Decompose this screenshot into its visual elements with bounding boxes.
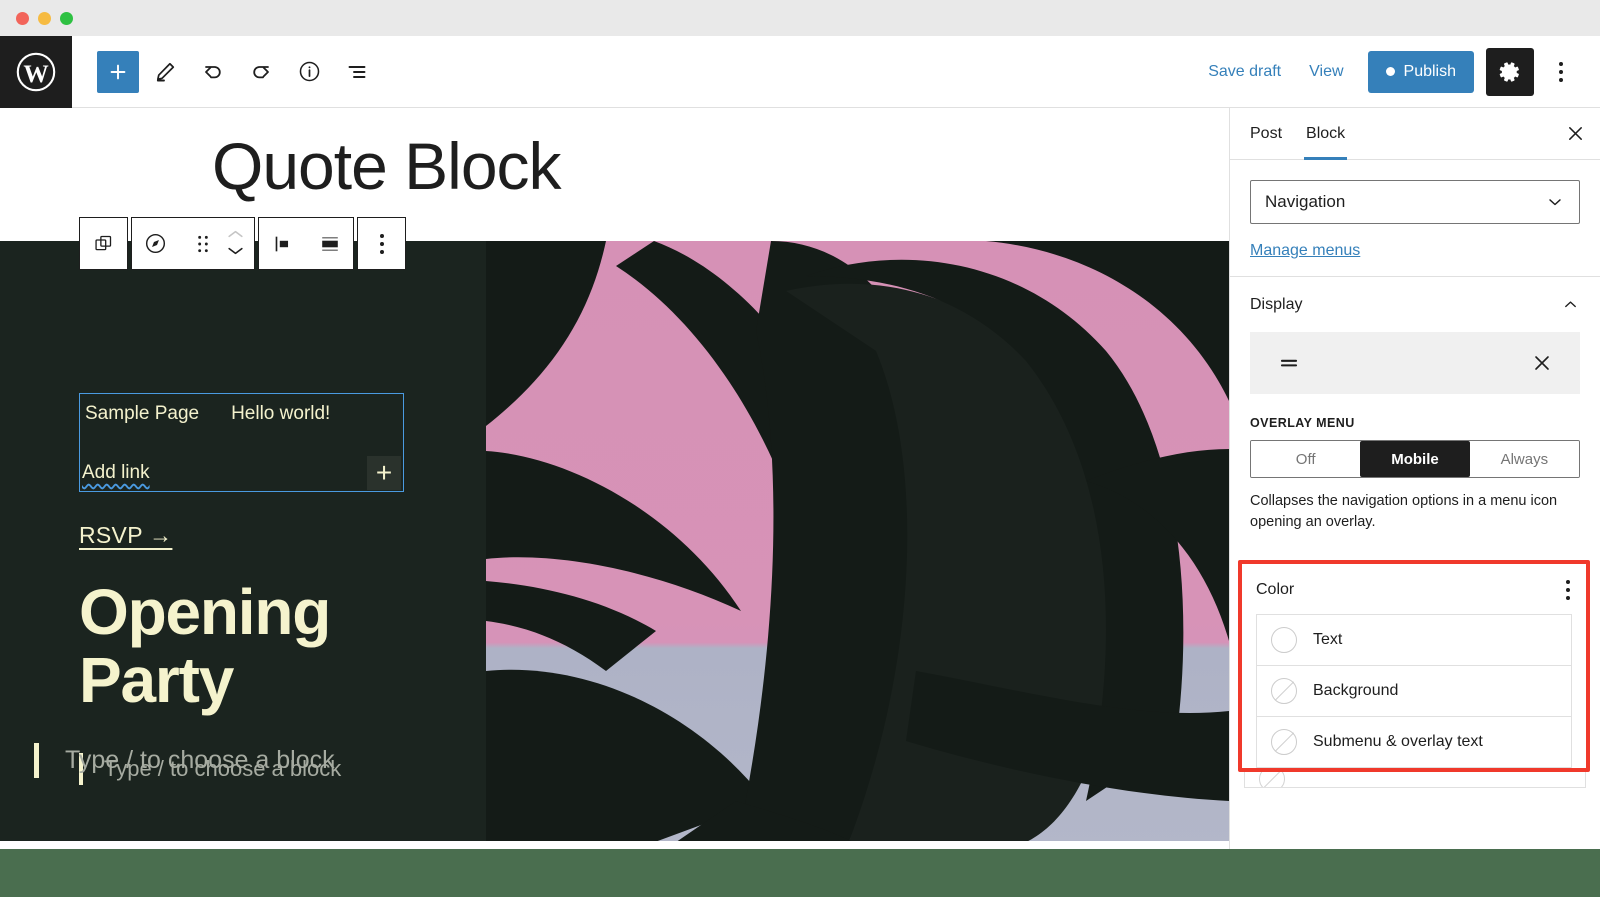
background-color-swatch[interactable] bbox=[1271, 677, 1297, 704]
move-down-button[interactable] bbox=[226, 245, 245, 260]
navigation-block[interactable]: Sample Page Hello world! Add link + bbox=[79, 393, 404, 492]
color-row-partial-next[interactable] bbox=[1244, 771, 1586, 788]
close-sidebar-button[interactable] bbox=[1554, 113, 1596, 155]
hamburger-icon[interactable] bbox=[1276, 350, 1302, 376]
undo-button[interactable] bbox=[191, 50, 235, 94]
toolbar-group-parent bbox=[79, 217, 128, 270]
color-options-kebab-button[interactable] bbox=[1566, 579, 1570, 600]
details-info-button[interactable] bbox=[287, 50, 331, 94]
color-panel-header[interactable]: Color bbox=[1242, 564, 1586, 614]
overlay-menu-segmented-control: Off Mobile Always bbox=[1250, 440, 1580, 478]
move-buttons bbox=[226, 228, 254, 260]
block-more-options-button[interactable] bbox=[358, 218, 405, 269]
header-tools bbox=[72, 50, 379, 94]
tab-post[interactable]: Post bbox=[1238, 108, 1294, 160]
publish-status-dot bbox=[1385, 67, 1395, 76]
plant-leaves-illustration bbox=[486, 241, 1229, 849]
manage-menus-link[interactable]: Manage menus bbox=[1250, 242, 1360, 260]
maximize-window-button[interactable] bbox=[60, 11, 73, 25]
add-link-input[interactable]: Add link bbox=[82, 462, 150, 484]
close-window-button[interactable] bbox=[16, 11, 29, 25]
tab-block[interactable]: Block bbox=[1294, 108, 1357, 160]
desktop-background-bar bbox=[0, 849, 1600, 897]
settings-sidebar: Post Block Navigation Manage menus Displ… bbox=[1229, 108, 1600, 849]
view-button[interactable]: View bbox=[1295, 53, 1357, 91]
overlay-option-off[interactable]: Off bbox=[1251, 441, 1361, 477]
overlay-option-always[interactable]: Always bbox=[1469, 441, 1579, 477]
canvas-bottom-gap bbox=[0, 841, 1229, 849]
close-icon[interactable] bbox=[1530, 351, 1554, 375]
save-draft-button[interactable]: Save draft bbox=[1194, 53, 1295, 91]
move-up-button[interactable] bbox=[226, 228, 245, 243]
color-panel-title: Color bbox=[1256, 580, 1295, 598]
drag-handle-button[interactable] bbox=[179, 218, 226, 269]
align-button[interactable] bbox=[306, 218, 353, 269]
block-selector-section: Navigation Manage menus bbox=[1230, 160, 1600, 277]
toolbar-group-block bbox=[131, 217, 255, 270]
window-title-bar bbox=[0, 0, 1600, 36]
editor-options-button[interactable] bbox=[1540, 50, 1582, 94]
text-color-swatch[interactable] bbox=[1271, 626, 1297, 653]
color-panel-highlight: Color Text Background Submenu & overlay … bbox=[1238, 559, 1590, 772]
color-row-label: Background bbox=[1313, 681, 1399, 699]
kebab-icon bbox=[1559, 61, 1563, 82]
text-caret-icon bbox=[34, 743, 39, 778]
svg-text:W: W bbox=[23, 59, 48, 87]
justify-items-button[interactable] bbox=[259, 218, 306, 269]
navigation-links: Sample Page Hello world! bbox=[80, 394, 403, 425]
color-row-label: Submenu & overlay text bbox=[1313, 732, 1483, 750]
sidebar-tabs: Post Block bbox=[1230, 108, 1600, 160]
header-actions: Save draft View Publish bbox=[1194, 47, 1600, 96]
chevron-down-icon bbox=[1549, 199, 1561, 206]
overlay-help-text: Collapses the navigation options in a me… bbox=[1250, 493, 1558, 531]
toolbar-group-align bbox=[258, 217, 354, 270]
editor-canvas: Quote Block Sample Page Hello world! Add… bbox=[0, 108, 1229, 849]
color-options-list: Text Background Submenu & overlay text bbox=[1256, 613, 1572, 768]
add-link-button[interactable]: + bbox=[367, 456, 401, 490]
chevron-up-icon bbox=[1565, 301, 1576, 308]
block-type-value: Navigation bbox=[1265, 192, 1346, 211]
list-view-button[interactable] bbox=[335, 50, 379, 94]
hero-headline[interactable]: Opening Party bbox=[79, 578, 409, 715]
hero-image[interactable] bbox=[486, 241, 1229, 849]
display-panel-title: Display bbox=[1250, 295, 1303, 313]
publish-label: Publish bbox=[1403, 62, 1456, 80]
settings-gear-button[interactable] bbox=[1486, 47, 1534, 96]
select-parent-block-button[interactable] bbox=[80, 218, 127, 269]
add-link-row: Add link + bbox=[82, 456, 401, 490]
nav-link-hello-world[interactable]: Hello world! bbox=[231, 403, 330, 425]
color-row-submenu-overlay-text[interactable]: Submenu & overlay text bbox=[1257, 717, 1571, 768]
editor-header: W Save draft View Publish bbox=[0, 35, 1600, 108]
wordpress-logo[interactable]: W bbox=[0, 35, 72, 108]
display-panel: Display OVERLAY MENU Off Mobile Always C… bbox=[1230, 277, 1600, 554]
display-panel-body: OVERLAY MENU Off Mobile Always Collapses… bbox=[1230, 332, 1600, 554]
rsvp-link[interactable]: RSVP → bbox=[79, 522, 172, 549]
kebab-icon bbox=[379, 233, 384, 254]
add-block-button[interactable] bbox=[97, 50, 139, 93]
publish-button[interactable]: Publish bbox=[1367, 50, 1474, 93]
block-type-icon-button[interactable] bbox=[132, 218, 179, 269]
color-row-label: Text bbox=[1313, 630, 1343, 648]
overlay-option-mobile[interactable]: Mobile bbox=[1360, 441, 1470, 477]
color-row-background[interactable]: Background bbox=[1257, 666, 1571, 717]
empty-block-placeholder-2[interactable]: Type / to choose a block bbox=[34, 743, 335, 778]
redo-button[interactable] bbox=[239, 50, 283, 94]
overlay-menu-label: OVERLAY MENU bbox=[1250, 416, 1355, 430]
block-toolbar bbox=[79, 217, 406, 270]
display-panel-header[interactable]: Display bbox=[1230, 277, 1600, 332]
toolbar-group-options bbox=[357, 217, 406, 270]
nav-link-sample-page[interactable]: Sample Page bbox=[85, 403, 199, 425]
overlay-preview-box[interactable] bbox=[1250, 332, 1580, 394]
minimize-window-button[interactable] bbox=[38, 11, 51, 25]
submenu-overlay-text-swatch[interactable] bbox=[1271, 728, 1297, 755]
color-row-text[interactable]: Text bbox=[1257, 615, 1571, 666]
page-title[interactable]: Quote Block bbox=[0, 108, 1229, 204]
block-type-select[interactable]: Navigation bbox=[1250, 180, 1580, 224]
edit-tool-button[interactable] bbox=[143, 50, 187, 94]
placeholder-text: Type / to choose a block bbox=[65, 746, 335, 774]
next-color-swatch[interactable] bbox=[1259, 771, 1285, 787]
